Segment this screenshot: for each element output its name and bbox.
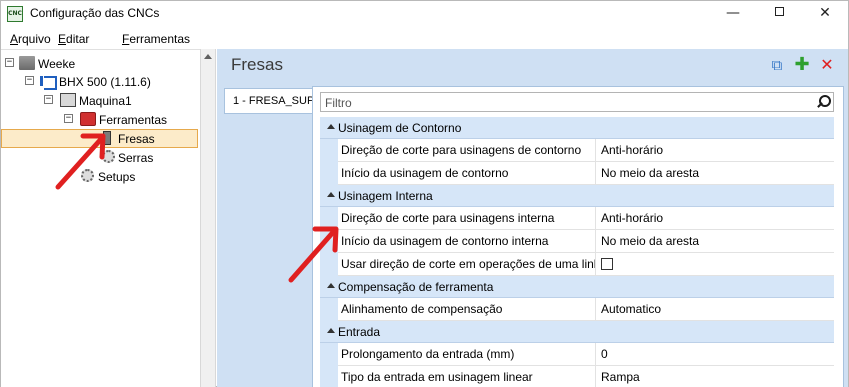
tree-item-label: Fresas — [118, 132, 155, 146]
window-title: Configuração das CNCs — [30, 6, 160, 20]
property-value[interactable]: 0 — [597, 343, 834, 366]
category-label: Entrada — [338, 325, 381, 339]
property-name: Início da usinagem de contorno interna — [338, 230, 596, 253]
category-entrada[interactable]: Entrada — [320, 321, 834, 343]
machine-group-icon — [19, 56, 35, 70]
delete-icon[interactable]: ✕ — [819, 57, 835, 73]
category-label: Compensação de ferramenta — [338, 280, 494, 294]
property-grid: Usinagem de Contorno Direção de corte pa… — [320, 117, 834, 387]
tree-item-label: Ferramentas — [99, 113, 168, 127]
milling-tool-icon — [103, 131, 111, 145]
property-row[interactable]: Alinhamento de compensação Automatico — [320, 298, 834, 321]
row-gutter — [320, 139, 338, 162]
tree-item-label: Weeke — [38, 57, 76, 71]
tree-item-bhx500[interactable]: − BHX 500 (1.11.6) — [1, 73, 200, 91]
collapse-icon[interactable]: − — [44, 95, 53, 104]
scroll-up-icon[interactable] — [204, 54, 212, 59]
row-gutter — [320, 230, 338, 253]
direction-checkbox[interactable] — [601, 257, 613, 270]
property-row[interactable]: Tipo da entrada em usinagem linear Rampa — [320, 366, 834, 387]
row-gutter — [320, 366, 338, 387]
maximize-icon — [774, 7, 784, 16]
property-value[interactable]: No meio da aresta — [597, 162, 834, 185]
toolbox-icon — [80, 112, 96, 126]
tree-item-label: Setups — [98, 170, 136, 184]
tree-item-serras[interactable]: Serras — [1, 149, 200, 167]
tree-item-label: BHX 500 (1.11.6) — [59, 75, 151, 89]
property-row[interactable]: Prolongamento da entrada (mm) 0 — [320, 343, 834, 366]
property-row[interactable]: Início da usinagem de contorno No meio d… — [320, 162, 834, 185]
computer-icon — [60, 93, 76, 107]
row-gutter — [320, 343, 338, 366]
title-bar: CNC Configuração das CNCs — ✕ — [1, 1, 848, 27]
category-usinagem-contorno[interactable]: Usinagem de Contorno — [320, 117, 834, 139]
copy-icon[interactable]: ⧉ — [769, 57, 785, 73]
add-icon[interactable]: ✚ — [794, 56, 810, 74]
tree-item-fresas[interactable]: Fresas — [1, 129, 198, 148]
maximize-button[interactable] — [756, 1, 802, 27]
page-title: Fresas — [231, 55, 283, 74]
property-value[interactable]: Rampa — [597, 366, 834, 387]
property-name: Tipo da entrada em usinagem linear — [338, 366, 596, 387]
filter-placeholder: Filtro — [325, 96, 352, 110]
menu-bar: Arquivo Editar Ferramentas — [1, 28, 848, 48]
tree-item-label: Serras — [118, 151, 154, 165]
collapse-icon[interactable]: − — [64, 114, 73, 123]
category-compensacao[interactable]: Compensação de ferramenta — [320, 276, 834, 298]
property-row[interactable]: Direção de corte para usinagens de conto… — [320, 139, 834, 162]
row-gutter — [320, 207, 338, 230]
menu-editar[interactable]: Editar — [58, 32, 89, 46]
property-name: Início da usinagem de contorno — [338, 162, 596, 185]
property-grid-panel: Filtro Usinagem de Contorno Direção de c… — [312, 86, 844, 387]
collapse-arrow-icon[interactable] — [327, 283, 335, 288]
menu-ferramentas[interactable]: Ferramentas — [122, 32, 190, 46]
property-name: Direção de corte para usinagens interna — [338, 207, 596, 230]
row-gutter — [320, 162, 338, 185]
saw-gear-icon — [102, 150, 115, 163]
setup-gear-icon — [81, 169, 94, 182]
cnc-app-icon: CNC — [7, 6, 23, 22]
tree-item-weeke[interactable]: − Weeke — [1, 55, 200, 73]
collapse-arrow-icon[interactable] — [327, 192, 335, 197]
search-icon[interactable] — [816, 95, 831, 109]
tree-item-maquina1[interactable]: − Maquina1 — [1, 92, 200, 110]
pane-splitter[interactable] — [200, 49, 216, 387]
collapse-arrow-icon[interactable] — [327, 328, 335, 333]
collapse-arrow-icon[interactable] — [327, 124, 335, 129]
collapse-icon[interactable]: − — [25, 76, 34, 85]
property-value[interactable]: Anti-horário — [597, 207, 834, 230]
property-name: Usar direção de corte em operações de um… — [338, 253, 596, 276]
main-window: CNC Configuração das CNCs — ✕ Arquivo Ed… — [0, 0, 849, 387]
property-row[interactable]: Direção de corte para usinagens interna … — [320, 207, 834, 230]
cnc-tree: − Weeke − BHX 500 (1.11.6) − Maquina1 − … — [1, 49, 200, 387]
property-name: Prolongamento da entrada (mm) — [338, 343, 596, 366]
property-value — [597, 253, 834, 276]
property-name: Alinhamento de compensação — [338, 298, 596, 321]
property-row[interactable]: Usar direção de corte em operações de um… — [320, 253, 834, 276]
category-label: Usinagem Interna — [338, 189, 433, 203]
minimize-button[interactable]: — — [710, 1, 756, 27]
tab-fresa-sup[interactable]: 1 - FRESA_SUP — [224, 88, 314, 114]
property-value[interactable]: Anti-horário — [597, 139, 834, 162]
property-name: Direção de corte para usinagens de conto… — [338, 139, 596, 162]
tree-item-ferramentas[interactable]: − Ferramentas — [1, 111, 200, 129]
category-label: Usinagem de Contorno — [338, 121, 462, 135]
bhx-machine-icon — [40, 74, 57, 90]
category-usinagem-interna[interactable]: Usinagem Interna — [320, 185, 834, 207]
menu-arquivo[interactable]: Arquivo — [10, 32, 51, 46]
property-value[interactable]: No meio da aresta — [597, 230, 834, 253]
row-gutter — [320, 298, 338, 321]
collapse-icon[interactable]: − — [5, 58, 14, 67]
row-gutter — [320, 253, 338, 276]
close-button[interactable]: ✕ — [802, 1, 848, 27]
content-area: Fresas ⧉ ✚ ✕ 1 - FRESA_SUP Filtro Usinag… — [217, 49, 848, 387]
property-value[interactable]: Automatico — [597, 298, 834, 321]
property-row[interactable]: Início da usinagem de contorno interna N… — [320, 230, 834, 253]
tree-item-setups[interactable]: Setups — [1, 168, 200, 186]
filter-input[interactable]: Filtro — [320, 92, 834, 112]
tree-item-label: Maquina1 — [79, 94, 132, 108]
